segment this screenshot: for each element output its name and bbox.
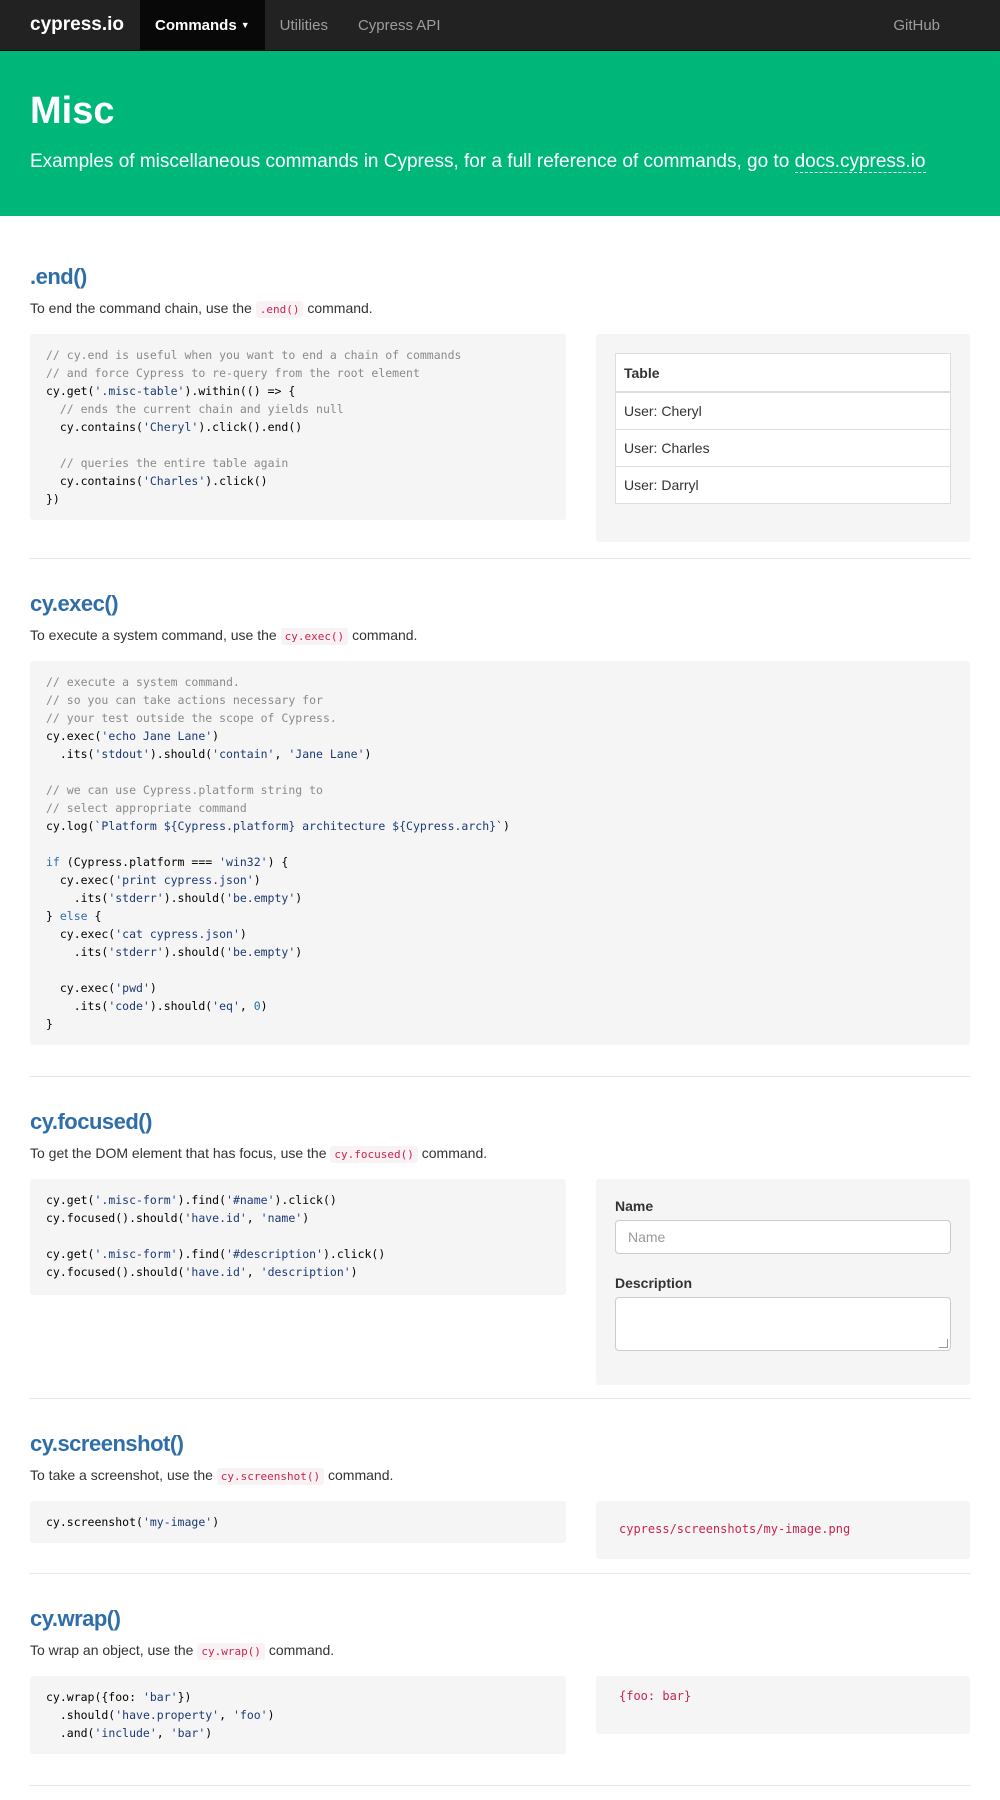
resize-handle-icon[interactable] xyxy=(939,1339,948,1348)
section-description: To take a screenshot, use the cy.screens… xyxy=(30,1467,394,1485)
code-block: cy.get('.misc-form').find('#name').click… xyxy=(30,1179,566,1295)
page-title: Misc xyxy=(30,90,115,132)
name-label: Name xyxy=(615,1198,654,1214)
section-wrap: cy.wrap() To wrap an object, use the cy.… xyxy=(30,1574,970,1786)
inline-code: cy.screenshot() xyxy=(216,1468,325,1485)
nav-utilities[interactable]: Utilities xyxy=(265,0,343,50)
section-end: .end() To end the command chain, use the… xyxy=(30,216,970,559)
name-input[interactable]: Name xyxy=(615,1220,951,1254)
section-description: To get the DOM element that has focus, u… xyxy=(30,1145,488,1163)
section-focused: cy.focused() To get the DOM element that… xyxy=(30,1077,970,1399)
code-block: // cy.end is useful when you want to end… xyxy=(30,334,566,520)
description-label: Description xyxy=(615,1275,693,1291)
nav-commands-label: Commands xyxy=(155,16,237,34)
table-header: Table xyxy=(615,353,951,393)
code-block: cy.screenshot('my-image') xyxy=(30,1501,566,1543)
brand-logo[interactable]: cypress.io xyxy=(30,0,140,50)
nav-github[interactable]: GitHub xyxy=(878,0,970,50)
section-title: cy.screenshot() xyxy=(30,1431,184,1456)
inline-code: cy.wrap() xyxy=(197,1643,265,1660)
inline-code: cy.focused() xyxy=(330,1146,418,1163)
table-row[interactable]: User: Darryl xyxy=(615,466,951,504)
table-row[interactable]: User: Cheryl xyxy=(615,391,951,430)
screenshot-path: cypress/screenshots/my-image.png xyxy=(619,1522,851,1536)
wrap-output: {foo: bar} xyxy=(619,1689,692,1703)
code-block: // execute a system command. // so you c… xyxy=(30,661,970,1045)
section-title: cy.exec() xyxy=(30,591,119,616)
inline-code: cy.exec() xyxy=(280,628,349,645)
main-content: .end() To end the command chain, use the… xyxy=(0,216,1000,1786)
hero-banner: Misc Examples of miscellaneous commands … xyxy=(0,51,1000,216)
section-screenshot: cy.screenshot() To take a screenshot, us… xyxy=(30,1399,970,1574)
subtitle-text: Examples of miscellaneous commands in Cy… xyxy=(30,151,795,172)
section-description: To wrap an object, use the cy.wrap() com… xyxy=(30,1642,335,1660)
inline-code: .end() xyxy=(255,301,304,318)
section-title: cy.focused() xyxy=(30,1109,152,1134)
section-title: cy.wrap() xyxy=(30,1606,121,1631)
page-subtitle: Examples of miscellaneous commands in Cy… xyxy=(30,149,970,175)
nav-commands-dropdown[interactable]: Commands ▼ xyxy=(140,0,265,50)
table-row[interactable]: User: Charles xyxy=(615,429,951,467)
table-example-well: Table User: Cheryl User: Charles User: D… xyxy=(596,334,970,542)
screenshot-output-well: cypress/screenshots/my-image.png xyxy=(596,1501,970,1559)
caret-down-icon: ▼ xyxy=(240,20,250,30)
docs-link[interactable]: docs.cypress.io xyxy=(794,151,926,173)
section-title: .end() xyxy=(30,264,87,289)
section-description: To execute a system command, use the cy.… xyxy=(30,627,418,645)
misc-table: Table User: Cheryl User: Charles User: D… xyxy=(615,353,951,504)
navbar: cypress.io Commands ▼ Utilities Cypress … xyxy=(0,0,1000,51)
code-block: cy.wrap({foo: 'bar'}) .should('have.prop… xyxy=(30,1676,566,1754)
misc-form: Name Name Description xyxy=(596,1179,970,1385)
section-exec: cy.exec() To execute a system command, u… xyxy=(30,559,970,1077)
wrap-output-well: {foo: bar} xyxy=(596,1676,970,1734)
description-textarea[interactable] xyxy=(615,1297,951,1351)
nav-cypress-api[interactable]: Cypress API xyxy=(343,0,456,50)
section-description: To end the command chain, use the .end()… xyxy=(30,300,373,318)
